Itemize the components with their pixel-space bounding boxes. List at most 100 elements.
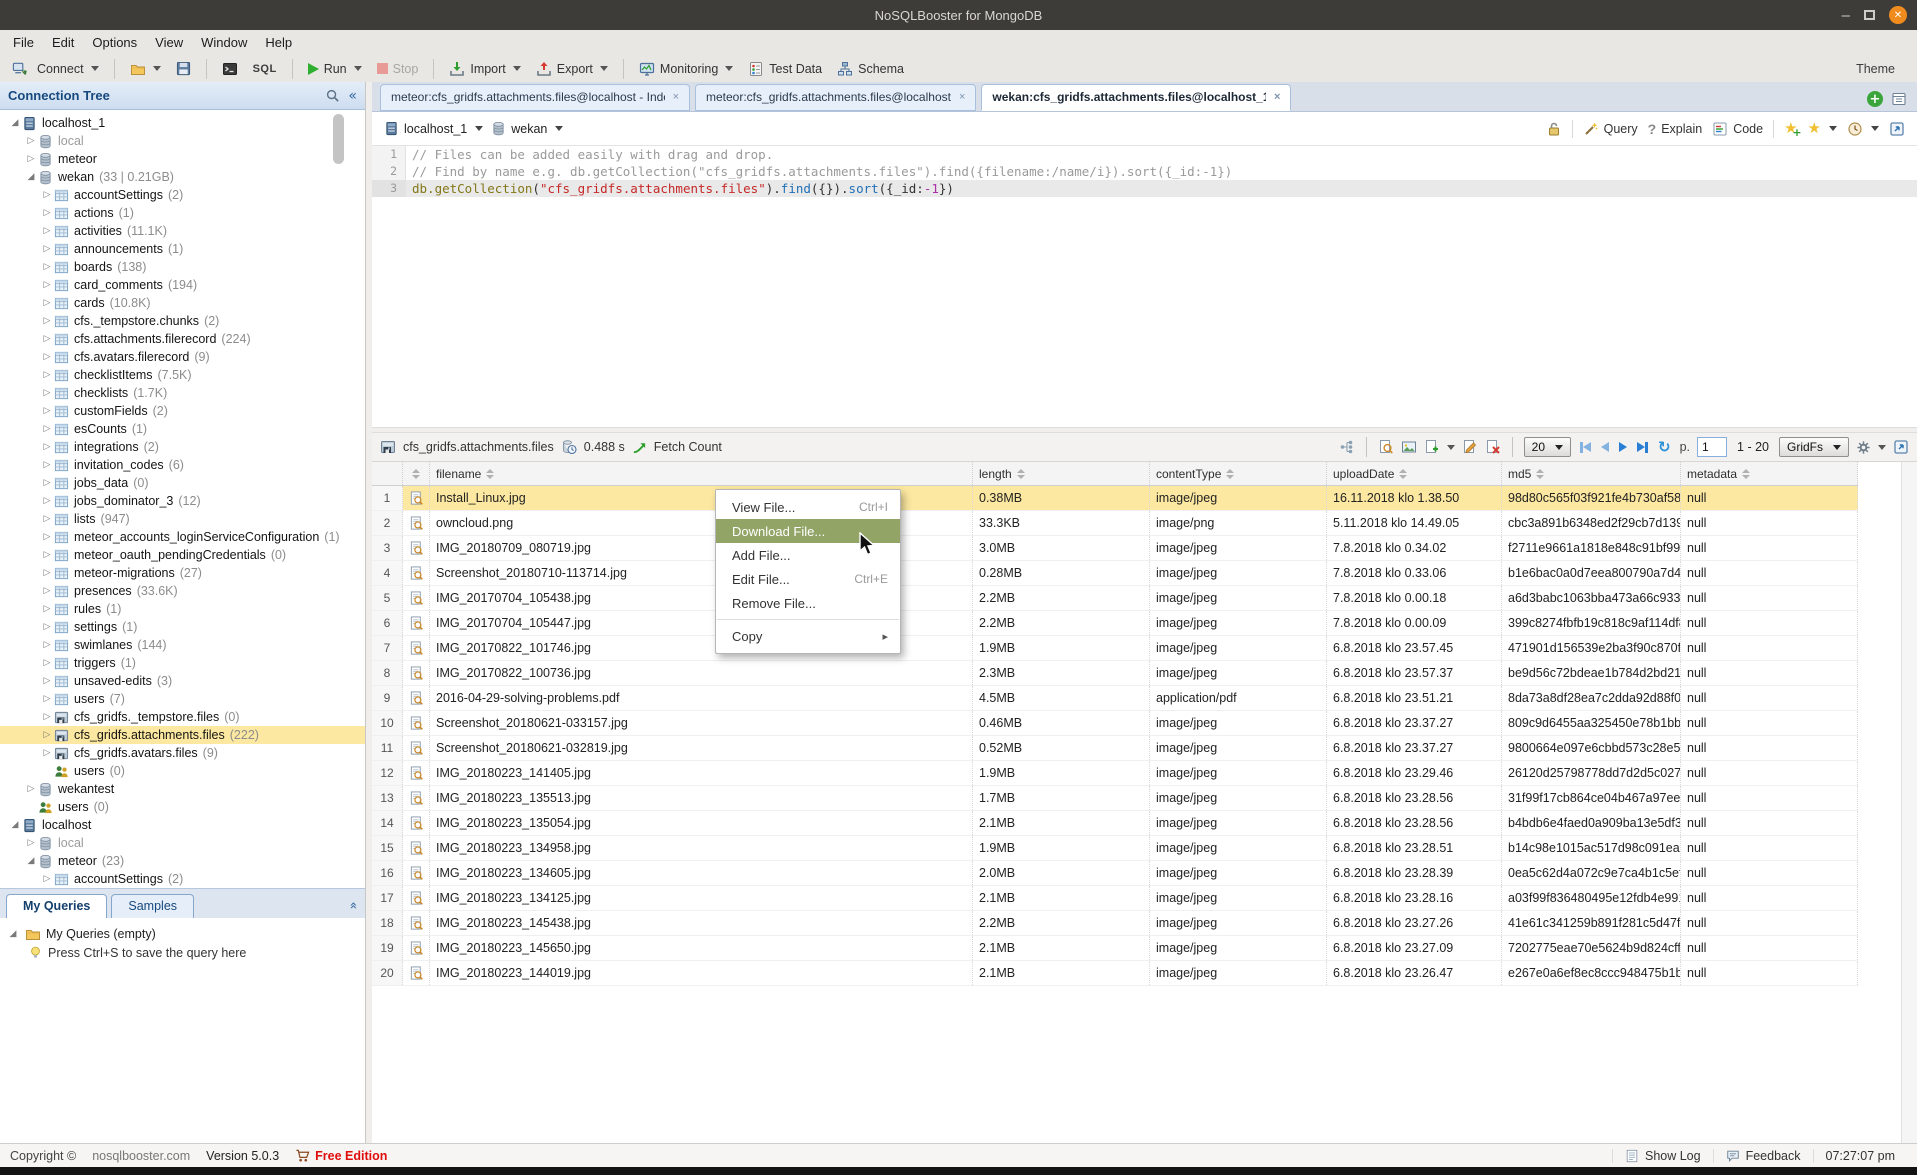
history-menu[interactable] — [1847, 121, 1879, 137]
menu-item[interactable]: Help — [256, 35, 301, 50]
tree-toggle-icon[interactable]: ▷ — [40, 568, 54, 578]
preview-file-icon[interactable] — [409, 891, 424, 906]
site-link[interactable]: nosqlbooster.com — [92, 1149, 190, 1163]
context-menu-item[interactable] — [717, 619, 899, 620]
cell-preview[interactable] — [403, 836, 430, 860]
query-builder-button[interactable]: Query — [1583, 121, 1638, 137]
tree-toggle-icon[interactable]: ▷ — [24, 154, 38, 164]
header-length[interactable]: length — [973, 462, 1150, 485]
tree-item[interactable]: ▷ meteor-migrations (27) — [0, 564, 365, 582]
tree-toggle-icon[interactable]: ▷ — [40, 514, 54, 524]
menu-item[interactable]: Edit — [43, 35, 83, 50]
delete-document-icon[interactable] — [1485, 439, 1501, 455]
page-number-input[interactable] — [1697, 437, 1727, 457]
table-row[interactable]: 7 IMG_20170822_101746.jpg 1.9MB image/jp… — [372, 636, 1858, 661]
header-preview[interactable] — [403, 462, 430, 485]
table-row[interactable]: 15 IMG_20180223_134958.jpg 1.9MB image/j… — [372, 836, 1858, 861]
breadcrumb-database[interactable]: wekan — [491, 121, 563, 136]
preview-file-icon[interactable] — [409, 841, 424, 856]
tree-toggle-icon[interactable]: ▷ — [40, 370, 54, 380]
cell-preview[interactable] — [403, 936, 430, 960]
close-tab-icon[interactable]: × — [673, 91, 679, 103]
preview-file-icon[interactable] — [409, 641, 424, 656]
cell-preview[interactable] — [403, 861, 430, 885]
cell-preview[interactable] — [403, 686, 430, 710]
preview-file-icon[interactable] — [409, 516, 424, 531]
lock-icon[interactable] — [1546, 121, 1562, 137]
cell-preview[interactable] — [403, 536, 430, 560]
minimize-button[interactable]: – — [1842, 7, 1850, 24]
tree-item[interactable]: ▷ actions (1) — [0, 204, 365, 222]
context-menu-item[interactable]: Edit File... Ctrl+E — [716, 567, 900, 591]
tree-toggle-icon[interactable]: ▷ — [40, 262, 54, 272]
tree-toggle-icon[interactable]: ◢ — [24, 856, 38, 866]
tab-samples[interactable]: Samples — [111, 894, 194, 918]
preview-file-icon[interactable] — [409, 616, 424, 631]
code-button[interactable]: Code — [1712, 121, 1763, 137]
add-favorite-icon[interactable]: ★+ — [1784, 121, 1797, 136]
tree-item[interactable]: ▷ esCounts (1) — [0, 420, 365, 438]
query-editor[interactable]: 1 // Files can be added easily with drag… — [372, 146, 1917, 427]
tree-item[interactable]: ▷ meteor_accounts_loginServiceConfigurat… — [0, 528, 365, 546]
cell-preview[interactable] — [403, 511, 430, 535]
tree-toggle-icon[interactable]: ▷ — [40, 460, 54, 470]
document-tab[interactable]: meteor:cfs_gridfs.attachments.files@loca… — [380, 84, 690, 111]
import-button[interactable]: Import — [445, 59, 524, 79]
aggregate-icon[interactable] — [1339, 439, 1355, 455]
monitoring-button[interactable]: Monitoring — [635, 59, 737, 79]
close-tab-icon[interactable]: × — [1274, 91, 1280, 103]
maximize-button[interactable] — [1864, 10, 1875, 20]
tree-item[interactable]: ▷ settings (1) — [0, 618, 365, 636]
shell-button[interactable] — [218, 59, 242, 79]
table-row[interactable]: 4 Screenshot_20180710-113714.jpg 0.28MB … — [372, 561, 1858, 586]
preview-file-icon[interactable] — [409, 941, 424, 956]
tree-item[interactable]: ▷ jobs_data (0) — [0, 474, 365, 492]
maximize-results-icon[interactable] — [1893, 439, 1909, 455]
preview-file-icon[interactable] — [409, 716, 424, 731]
tree-toggle-icon[interactable]: ◢ — [8, 118, 22, 128]
tree-item[interactable]: ▷ announcements (1) — [0, 240, 365, 258]
tree-item[interactable]: ◢ localhost_1 — [0, 114, 365, 132]
tree-toggle-icon[interactable]: ▷ — [40, 622, 54, 632]
tree-item[interactable]: ▷ boards (138) — [0, 258, 365, 276]
feedback-button[interactable]: Feedback — [1713, 1149, 1813, 1163]
fetch-count-link[interactable]: Fetch Count — [654, 440, 722, 454]
menu-item[interactable]: Window — [192, 35, 256, 50]
tree-toggle-icon[interactable]: ▷ — [40, 442, 54, 452]
cell-preview[interactable] — [403, 911, 430, 935]
table-row[interactable]: 14 IMG_20180223_135054.jpg 2.1MB image/j… — [372, 811, 1858, 836]
table-row[interactable]: 9 2016-04-29-solving-problems.pdf 4.5MB … — [372, 686, 1858, 711]
prev-page-button[interactable] — [1601, 442, 1609, 452]
tree-toggle-icon[interactable]: ▷ — [40, 244, 54, 254]
preview-file-icon[interactable] — [409, 691, 424, 706]
header-filename[interactable]: filename — [430, 462, 973, 485]
export-button[interactable]: Export — [532, 59, 612, 79]
favorites-menu[interactable]: ★ — [1808, 121, 1837, 136]
preview-file-icon[interactable] — [409, 791, 424, 806]
preview-file-icon[interactable] — [409, 541, 424, 556]
context-menu-item[interactable]: Copy ▸ — [716, 624, 900, 648]
preview-file-icon[interactable] — [409, 491, 424, 506]
save-button[interactable] — [172, 59, 195, 78]
menu-item[interactable]: View — [146, 35, 192, 50]
cell-preview[interactable] — [403, 736, 430, 760]
tree-toggle-icon[interactable]: ▷ — [40, 640, 54, 650]
table-row[interactable]: 11 Screenshot_20180621-032819.jpg 0.52MB… — [372, 736, 1858, 761]
tree-toggle-icon[interactable]: ▷ — [24, 136, 38, 146]
table-row[interactable]: 19 IMG_20180223_145650.jpg 2.1MB image/j… — [372, 936, 1858, 961]
tree-item[interactable]: ▷ cfs_gridfs._tempstore.files (0) — [0, 708, 365, 726]
tree-item[interactable]: ◢ meteor (23) — [0, 852, 365, 870]
table-row[interactable]: 17 IMG_20180223_134125.jpg 2.1MB image/j… — [372, 886, 1858, 911]
tree-item[interactable]: ▷ card_comments (194) — [0, 276, 365, 294]
close-button[interactable]: ✕ — [1889, 6, 1907, 24]
tree-item[interactable]: ▷ cfs.attachments.filerecord (224) — [0, 330, 365, 348]
preview-file-icon[interactable] — [409, 816, 424, 831]
tree-toggle-icon[interactable]: ◢ — [6, 929, 20, 939]
cell-preview[interactable] — [403, 761, 430, 785]
tree-toggle-icon[interactable]: ▷ — [40, 874, 54, 884]
tree-toggle-icon[interactable]: ▷ — [40, 388, 54, 398]
tree-item[interactable]: ▷ rules (1) — [0, 600, 365, 618]
cell-preview[interactable] — [403, 661, 430, 685]
close-tab-icon[interactable]: × — [959, 91, 965, 103]
tree-toggle-icon[interactable]: ▷ — [40, 298, 54, 308]
